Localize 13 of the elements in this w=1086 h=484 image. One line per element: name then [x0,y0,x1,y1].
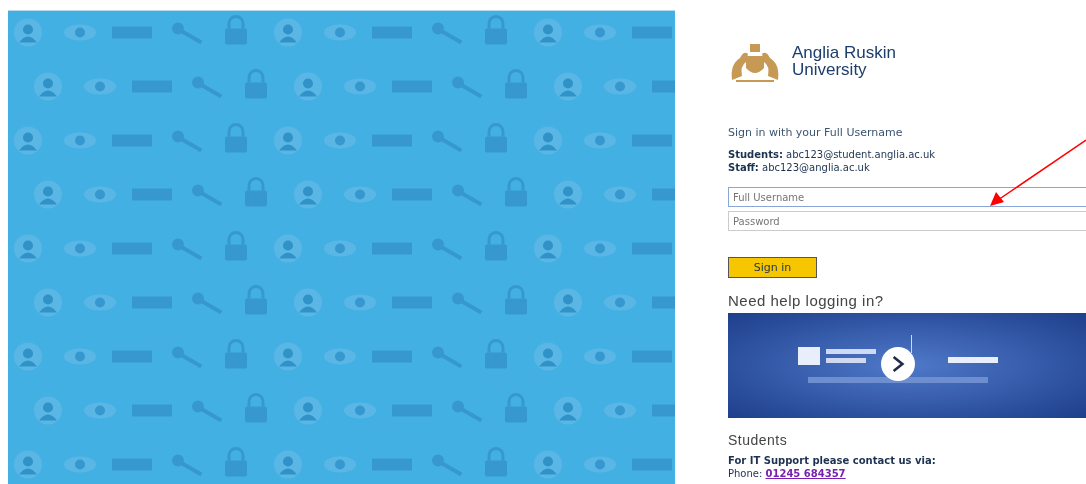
username-hint: Students: abc123@student.anglia.ac.uk [728,148,937,161]
username-hint: Staff: abc123@anglia.ac.uk [728,161,871,174]
university-name: Anglia Ruskin University [792,44,896,78]
sign-in-heading: Sign in with your Full Username [728,126,904,139]
chevron-right-icon [891,355,905,373]
phone-link[interactable]: 01245 684357 [765,468,846,479]
password-field[interactable]: Password [728,211,1086,231]
support-text: For IT Support please contact us via: [728,454,937,467]
students-heading: Students [728,432,789,448]
username-field[interactable]: Full Username [728,187,1086,207]
sign-in-button[interactable]: Sign in [728,257,817,278]
phone-line: Phone: 01245 684357 [728,467,847,480]
help-heading: Need help logging in? [728,292,885,309]
